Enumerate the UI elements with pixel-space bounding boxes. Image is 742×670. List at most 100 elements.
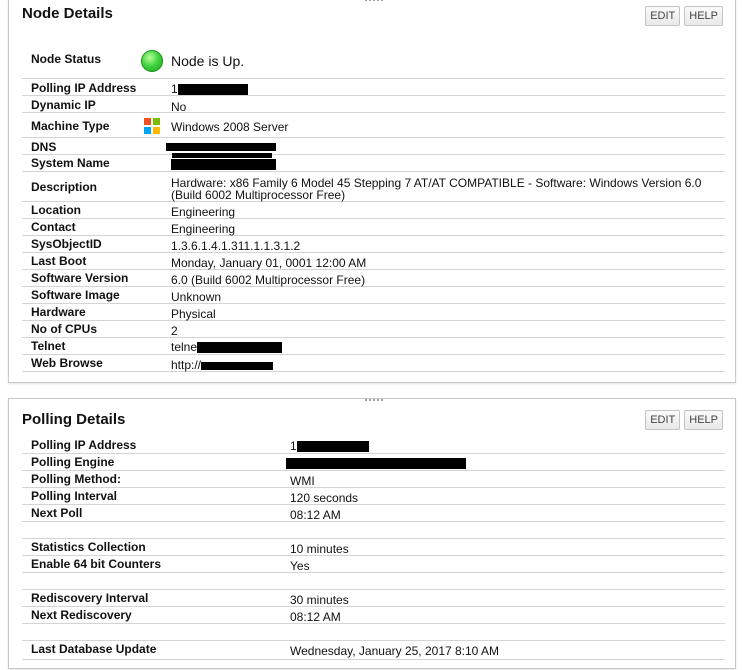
drag-handle-icon[interactable]	[364, 0, 384, 3]
row-value	[286, 456, 466, 470]
redaction-bar	[286, 458, 466, 470]
row-label: Hardware	[31, 305, 86, 319]
row-polling-engine: Polling Engine	[22, 454, 725, 471]
row-value: 08:12 AM	[290, 610, 341, 624]
row-value: 1	[171, 82, 248, 96]
row-label: Last Boot	[31, 254, 87, 268]
row-label: Polling Interval	[31, 489, 118, 503]
node-details-help-button[interactable]: HELP	[684, 6, 723, 26]
row-label: Telnet	[31, 339, 66, 353]
status-up-icon	[141, 50, 163, 72]
row-polling-method: Polling Method: WMI	[22, 471, 725, 488]
row-value: Node is Up.	[171, 53, 245, 69]
row-polling-ip: Polling IP Address 1	[22, 79, 725, 96]
row-label: Web Browse	[31, 356, 103, 370]
row-value: 10 minutes	[290, 542, 349, 556]
row-location: Location Engineering	[22, 202, 725, 219]
web-browse-link[interactable]: http://	[171, 358, 274, 372]
row-value: 08:12 AM	[290, 508, 341, 522]
row-label: Last Database Update	[31, 642, 157, 656]
polling-details-title: Polling Details	[22, 411, 126, 428]
spacer-row	[22, 624, 725, 641]
row-machine-type: Machine Type Windows 2008 Server	[22, 113, 725, 138]
row-enable-64bit-counters: Enable 64 bit Counters Yes	[22, 556, 725, 573]
spacer-row	[22, 573, 725, 590]
row-label: Polling IP Address	[31, 81, 137, 95]
row-label: Location	[31, 203, 81, 217]
row-value: Windows 2008 Server	[171, 120, 289, 134]
row-hardware: Hardware Physical	[22, 304, 725, 321]
row-label: Next Poll	[31, 506, 83, 520]
row-label: Software Version	[31, 271, 129, 285]
row-next-poll: Next Poll 08:12 AM	[22, 505, 725, 522]
row-label: Rediscovery Interval	[31, 591, 149, 605]
row-label: System Name	[31, 156, 110, 170]
row-label: Machine Type	[31, 119, 110, 133]
row-label: No of CPUs	[31, 322, 97, 336]
row-value: Physical	[171, 307, 216, 321]
row-value: 30 minutes	[290, 593, 349, 607]
drag-handle-icon[interactable]	[364, 398, 384, 403]
row-value: 2	[171, 324, 178, 338]
row-polling-interval: Polling Interval 120 seconds	[22, 488, 725, 505]
row-sysobjectid: SysObjectID 1.3.6.1.4.1.311.1.1.3.1.2	[22, 236, 725, 253]
node-details-edit-button[interactable]: EDIT	[645, 6, 681, 26]
redaction-bar	[177, 84, 248, 96]
row-value: WMI	[290, 474, 315, 488]
row-no-of-cpus: No of CPUs 2	[22, 321, 725, 338]
row-value: Yes	[290, 559, 310, 573]
row-label: Software Image	[31, 288, 120, 302]
row-rediscovery-interval: Rediscovery Interval 30 minutes	[22, 590, 725, 607]
row-label: Enable 64 bit Counters	[31, 557, 162, 571]
row-value-line-2: (Build 6002 Multiprocessor Free)	[171, 188, 346, 202]
row-value: 1	[290, 439, 369, 453]
row-label: Polling Method:	[31, 472, 121, 486]
row-software-image: Software Image Unknown	[22, 287, 725, 304]
row-value: Engineering	[171, 222, 236, 236]
row-web-browse: Web Browse http://	[22, 355, 725, 372]
node-details-title: Node Details	[22, 5, 113, 22]
row-value: Unknown	[171, 290, 222, 304]
row-value	[171, 157, 276, 171]
redaction-bar	[201, 361, 274, 370]
row-value: 6.0 (Build 6002 Multiprocessor Free)	[171, 273, 366, 287]
redaction-bar	[296, 441, 369, 453]
row-label: Polling IP Address	[31, 438, 137, 452]
row-last-database-update: Last Database Update Wednesday, January …	[22, 641, 725, 660]
row-label: Dynamic IP	[31, 98, 96, 112]
row-dns: DNS	[22, 138, 725, 159]
windows-logo-icon	[144, 118, 160, 134]
row-value: Engineering	[171, 205, 236, 219]
row-statistics-collection: Statistics Collection 10 minutes	[22, 539, 725, 556]
row-polling-ip: Polling IP Address 1	[22, 437, 725, 454]
row-label: DNS	[31, 140, 57, 154]
redaction-bar	[197, 342, 283, 354]
redaction-bar	[171, 159, 276, 171]
row-system-name: System Name	[22, 155, 725, 172]
row-value: 1.3.6.1.4.1.311.1.1.3.1.2	[171, 239, 301, 253]
row-telnet: Telnet telne	[22, 338, 725, 355]
row-label: Polling Engine	[31, 455, 115, 469]
row-value: Monday, January 01, 0001 12:00 AM	[171, 256, 367, 270]
polling-details-edit-button[interactable]: EDIT	[645, 410, 681, 430]
row-value: No	[171, 100, 187, 114]
row-last-boot: Last Boot Monday, January 01, 0001 12:00…	[22, 253, 725, 270]
row-label: Node Status	[31, 52, 102, 66]
telnet-link[interactable]: telne	[171, 340, 283, 354]
row-next-rediscovery: Next Rediscovery 08:12 AM	[22, 607, 725, 624]
row-label: Contact	[31, 220, 76, 234]
row-description: Description Hardware: x86 Family 6 Model…	[22, 172, 725, 202]
row-label: Next Rediscovery	[31, 608, 132, 622]
polling-details-help-button[interactable]: HELP	[684, 410, 723, 430]
row-node-status: Node Status Node is Up.	[22, 42, 725, 79]
row-dynamic-ip: Dynamic IP No	[22, 96, 725, 114]
row-label: Statistics Collection	[31, 540, 146, 554]
row-software-version: Software Version 6.0 (Build 6002 Multipr…	[22, 270, 725, 287]
row-label: Description	[31, 180, 98, 194]
node-details-panel: Node Details EDIT HELP Node Status Node …	[8, 0, 736, 383]
row-contact: Contact Engineering	[22, 219, 725, 236]
polling-details-panel: Polling Details EDIT HELP Polling IP Add…	[8, 398, 736, 669]
row-value: 120 seconds	[290, 491, 359, 505]
spacer-row	[22, 522, 725, 539]
row-value: Wednesday, January 25, 2017 8:10 AM	[290, 644, 500, 658]
